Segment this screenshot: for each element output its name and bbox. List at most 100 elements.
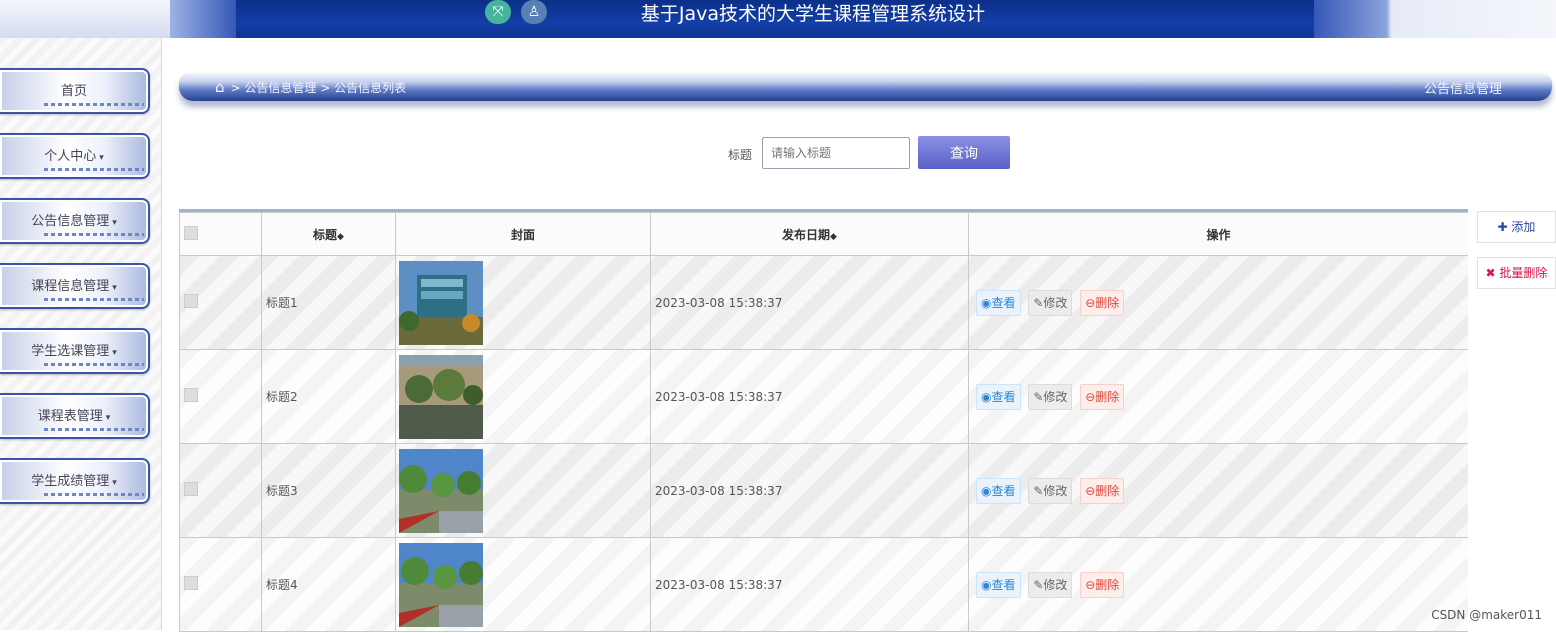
search-button[interactable]: 查询 <box>918 136 1010 169</box>
nav-decoration <box>44 103 144 106</box>
column-actions: 操作 <box>968 212 1468 256</box>
view-button[interactable]: ◉查看 <box>976 477 1021 504</box>
row-cover-cell <box>395 349 651 444</box>
view-label: 查看 <box>991 389 1016 404</box>
sidebar-item-personal-center[interactable]: 个人中心 ▾ <box>0 133 150 179</box>
row-cover-cell <box>395 443 651 538</box>
delete-button[interactable]: ⊖删除 <box>1080 289 1125 316</box>
select-all-cell <box>179 212 262 256</box>
row-checkbox[interactable] <box>184 576 198 590</box>
row-title: 标题4 <box>261 537 396 632</box>
notice-table: 标题◆ 封面 发布日期◆ 操作 标题1 2023-03-08 15:38:37 … <box>179 209 1468 633</box>
eye-icon: ◉ <box>981 483 992 498</box>
row-publish-date: 2023-03-08 15:38:37 <box>650 537 969 632</box>
column-cover: 封面 <box>395 212 651 256</box>
cover-image[interactable] <box>399 448 483 533</box>
nav-decoration <box>44 298 144 301</box>
sidebar-item-label: 个人中心 <box>44 149 97 164</box>
row-title: 标题2 <box>261 349 396 444</box>
delete-button[interactable]: ⊖删除 <box>1080 571 1125 598</box>
edit-label: 修改 <box>1043 577 1068 592</box>
sidebar: 首页 个人中心 ▾ 公告信息管理 ▾ 课程信息管理 ▾ 学生选课管理 ▾ 课程表管理 ▾ … <box>0 38 162 630</box>
batch-delete-button[interactable]: ✖ 批量删除 <box>1477 257 1556 289</box>
edit-label: 修改 <box>1043 295 1068 310</box>
cover-image[interactable] <box>399 354 483 439</box>
sidebar-item-label: 课程表管理 <box>37 409 103 424</box>
row-publish-date: 2023-03-08 15:38:37 <box>650 255 969 350</box>
row-select-cell <box>179 349 262 444</box>
caret-down-icon: ▾ <box>112 218 117 228</box>
edit-button[interactable]: ✎修改 <box>1028 571 1073 598</box>
caret-down-icon: ▾ <box>112 348 117 358</box>
caret-down-icon: ▾ <box>99 153 104 163</box>
cover-image[interactable] <box>399 542 483 627</box>
pencil-icon: ✎ <box>1033 483 1044 498</box>
row-actions: ◉查看 ✎修改 ⊖删除 <box>968 349 1468 444</box>
select-all-checkbox[interactable] <box>184 225 198 240</box>
plus-icon: ✚ <box>1497 220 1512 234</box>
view-button[interactable]: ◉查看 <box>976 571 1021 598</box>
cover-image[interactable] <box>399 260 483 345</box>
view-button[interactable]: ◉查看 <box>976 289 1021 316</box>
row-checkbox[interactable] <box>184 482 198 496</box>
eye-icon: ◉ <box>981 577 992 592</box>
sort-icon[interactable]: ◆ <box>830 232 837 242</box>
sort-icon[interactable]: ◆ <box>337 232 344 242</box>
minus-circle-icon: ⊖ <box>1085 577 1096 592</box>
row-checkbox[interactable] <box>184 294 198 308</box>
caret-down-icon: ▾ <box>105 413 111 423</box>
column-date-label: 发布日期 <box>782 227 831 242</box>
view-label: 查看 <box>991 577 1016 592</box>
minus-circle-icon: ⊖ <box>1085 483 1096 498</box>
view-button[interactable]: ◉查看 <box>976 383 1021 410</box>
row-actions: ◉查看 ✎修改 ⊖删除 <box>968 443 1468 538</box>
table-row: 标题2 2023-03-08 15:38:37 ◉查看 ✎修改 ⊖删除 <box>179 349 1468 444</box>
app-title: 基于Java技术的大学生课程管理系统设计 <box>640 3 986 25</box>
top-header: ⤧ ♙ 基于Java技术的大学生课程管理系统设计 <box>0 0 1556 38</box>
column-publish-date[interactable]: 发布日期◆ <box>650 212 969 256</box>
sidebar-item-timetable[interactable]: 课程表管理 ▾ <box>0 393 150 439</box>
pencil-icon: ✎ <box>1033 577 1044 592</box>
edit-button[interactable]: ✎修改 <box>1028 383 1073 410</box>
table-row: 标题3 2023-03-08 15:38:37 ◉查看 ✎修改 ⊖删除 <box>179 443 1468 538</box>
row-actions: ◉查看 ✎修改 ⊖删除 <box>968 537 1468 632</box>
pencil-icon: ✎ <box>1033 389 1044 404</box>
sidebar-item-course-selection[interactable]: 学生选课管理 ▾ <box>0 328 150 374</box>
sidebar-item-label: 课程信息管理 <box>31 279 110 294</box>
column-title[interactable]: 标题◆ <box>261 212 396 256</box>
nav-decoration <box>44 233 144 236</box>
sidebar-item-home[interactable]: 首页 <box>0 68 150 114</box>
sidebar-item-course-info[interactable]: 课程信息管理 ▾ <box>0 263 150 309</box>
table-row: 标题1 2023-03-08 15:38:37 ◉查看 ✎修改 ⊖删除 <box>179 255 1468 350</box>
view-label: 查看 <box>991 483 1016 498</box>
row-publish-date: 2023-03-08 15:38:37 <box>650 349 969 444</box>
breadcrumb: ⌂ > 公告信息管理 > 公告信息列表 <box>215 78 406 96</box>
edit-button[interactable]: ✎修改 <box>1028 477 1073 504</box>
delete-button[interactable]: ⊖删除 <box>1080 477 1125 504</box>
nav-decoration <box>44 363 144 366</box>
edit-label: 修改 <box>1043 389 1068 404</box>
sidebar-item-notice-management[interactable]: 公告信息管理 ▾ <box>0 198 150 244</box>
eye-icon: ◉ <box>981 295 992 310</box>
home-icon[interactable]: ⌂ <box>215 78 225 96</box>
row-checkbox[interactable] <box>184 388 198 402</box>
caret-down-icon: ▾ <box>112 478 117 488</box>
row-cover-cell <box>395 537 651 632</box>
delete-button[interactable]: ⊖删除 <box>1080 383 1125 410</box>
sidebar-item-grades[interactable]: 学生成绩管理 ▾ <box>0 458 150 504</box>
edit-label: 修改 <box>1043 483 1068 498</box>
breadcrumb-path: > 公告信息管理 > 公告信息列表 <box>230 81 407 95</box>
add-button[interactable]: ✚ 添加 <box>1477 211 1556 243</box>
row-publish-date: 2023-03-08 15:38:37 <box>650 443 969 538</box>
row-select-cell <box>179 443 262 538</box>
close-icon: ✖ <box>1485 266 1500 280</box>
pencil-icon: ✎ <box>1033 295 1044 310</box>
title-search-input[interactable] <box>762 137 910 169</box>
caret-down-icon: ▾ <box>112 283 117 293</box>
sidebar-item-label: 首页 <box>60 84 87 99</box>
sidebar-item-label: 公告信息管理 <box>31 214 110 229</box>
column-actions-label: 操作 <box>1206 227 1231 242</box>
breadcrumb-section-title: 公告信息管理 <box>1423 82 1502 97</box>
edit-button[interactable]: ✎修改 <box>1028 289 1073 316</box>
nav-decoration <box>44 168 144 171</box>
